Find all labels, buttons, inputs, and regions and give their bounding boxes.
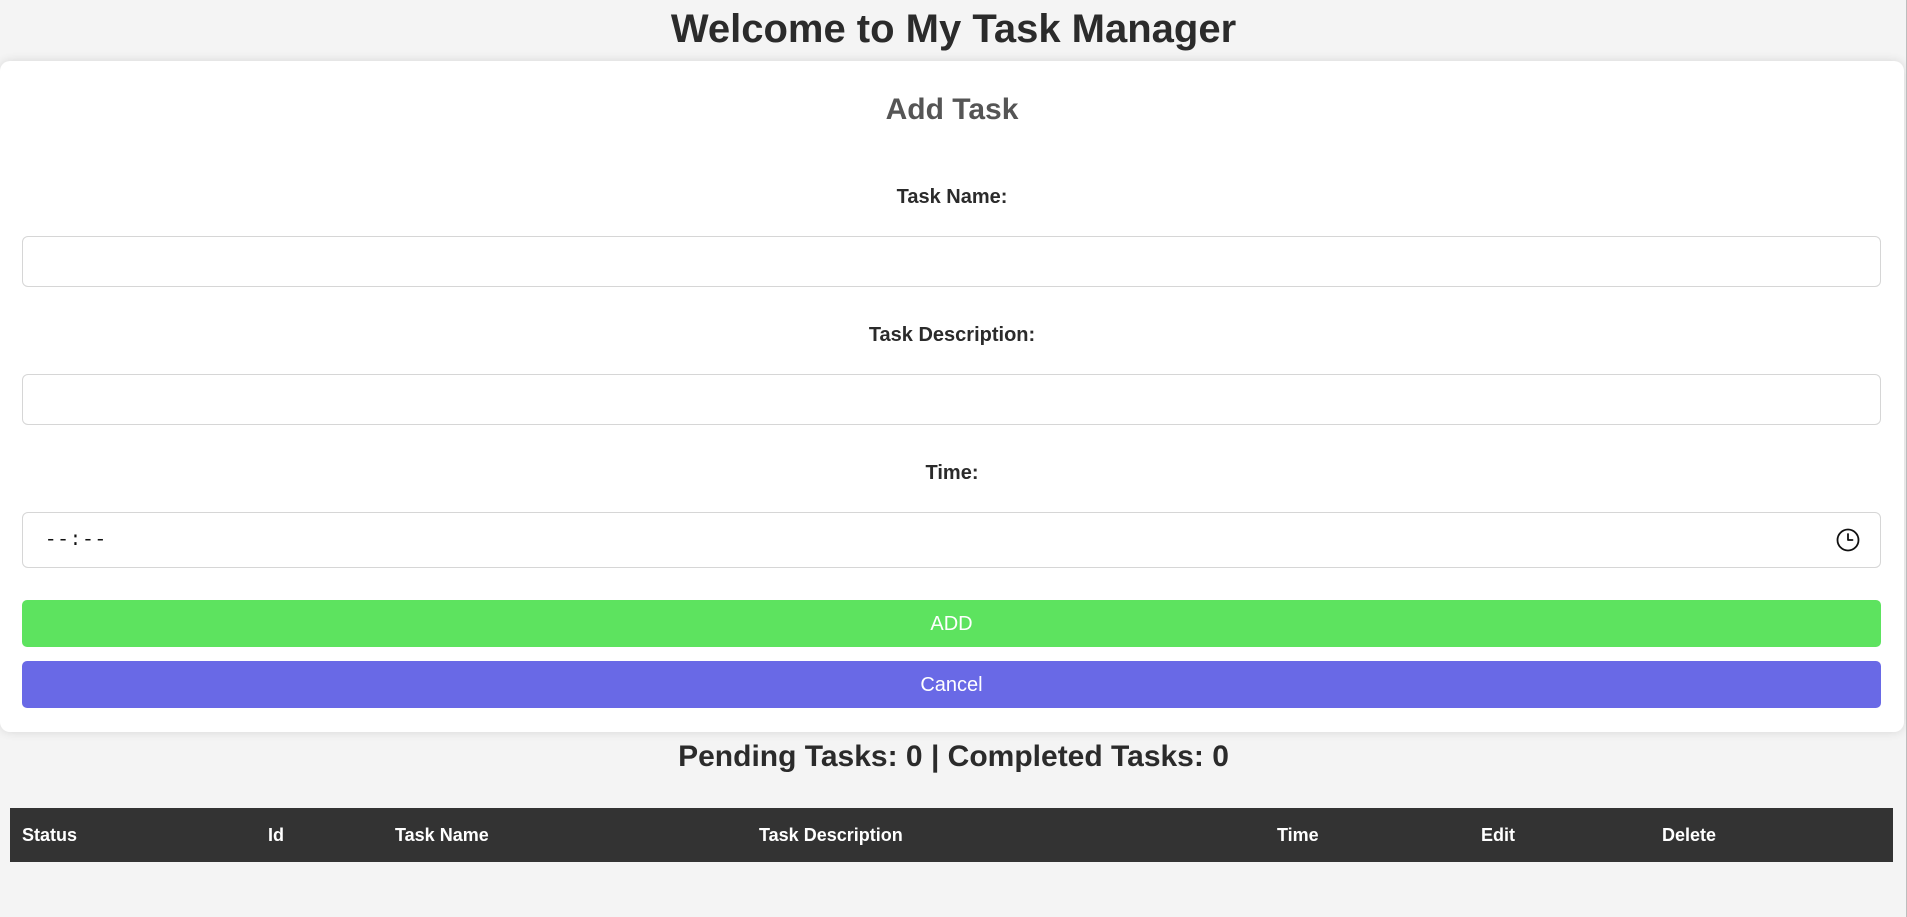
clock-icon[interactable]: [1836, 528, 1860, 552]
column-header-delete: Delete: [1662, 825, 1717, 845]
column-header-time: Time: [1277, 825, 1319, 845]
time-input[interactable]: --:--: [22, 512, 1881, 568]
page-title: Welcome to My Task Manager: [670, 7, 1237, 51]
column-header-edit: Edit: [1481, 825, 1515, 845]
column-header-status: Status: [22, 825, 78, 845]
cancel-button[interactable]: Cancel: [22, 661, 1881, 708]
task-description-input[interactable]: [22, 374, 1881, 425]
add-task-card: Add Task Task Name: Task Description: Ti…: [0, 61, 1904, 732]
time-label: Time:: [925, 462, 979, 484]
task-name-input[interactable]: [22, 236, 1881, 287]
column-header-id: Id: [268, 825, 284, 845]
add-button[interactable]: ADD: [22, 600, 1881, 647]
task-summary: Pending Tasks: 0 | Completed Tasks: 0: [678, 740, 1229, 773]
task-description-label: Task Description:: [868, 324, 1036, 346]
task-name-label: Task Name:: [896, 186, 1008, 208]
task-table: Status Id Task Name Task Description Tim…: [10, 808, 1893, 862]
column-header-task-description: Task Description: [759, 825, 903, 845]
column-header-task-name: Task Name: [395, 825, 489, 845]
add-task-title: Add Task: [885, 93, 1019, 126]
time-placeholder: --:--: [45, 529, 108, 551]
